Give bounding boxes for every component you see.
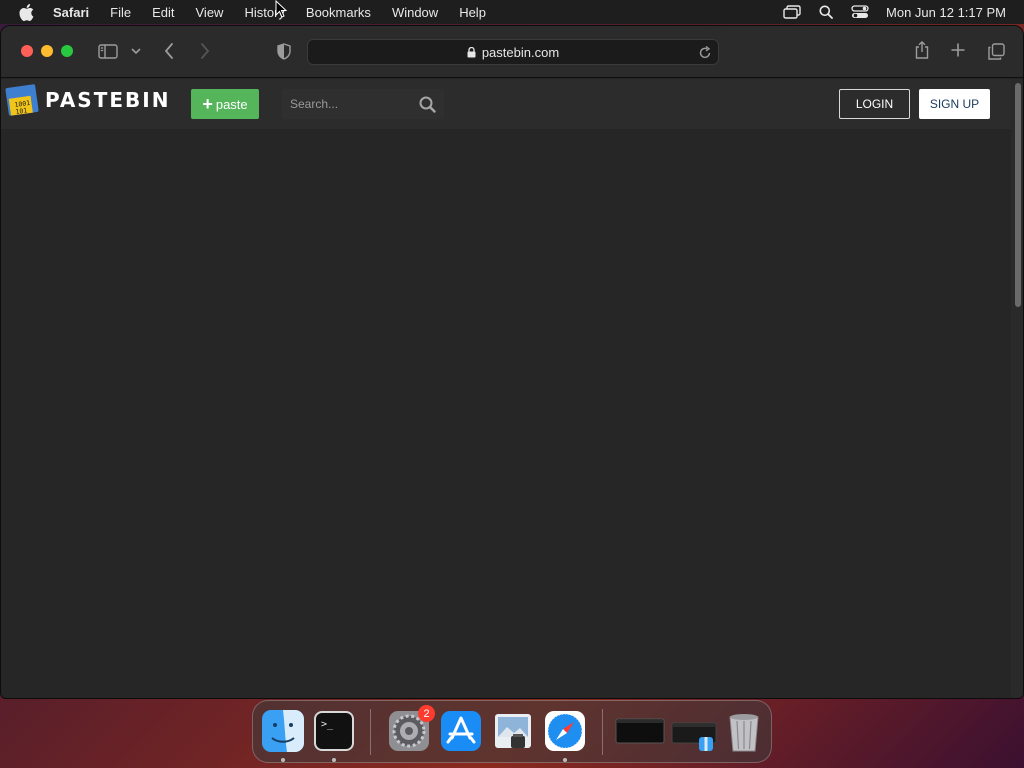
finder-icon[interactable]: [261, 709, 305, 753]
app-store-icon[interactable]: [439, 709, 483, 753]
menu-file[interactable]: File: [110, 5, 131, 20]
menu-help[interactable]: Help: [459, 5, 486, 20]
search-input[interactable]: [282, 89, 412, 119]
preview-icon[interactable]: [491, 709, 535, 753]
signup-button[interactable]: SIGN UP: [919, 89, 990, 119]
screen-mirroring-icon[interactable]: [782, 4, 802, 20]
share-icon[interactable]: [913, 40, 931, 60]
reload-icon[interactable]: [697, 44, 713, 60]
new-tab-icon[interactable]: [950, 42, 966, 58]
lock-icon: [467, 46, 476, 58]
login-button[interactable]: LOGIN: [839, 89, 910, 119]
system-preferences-icon[interactable]: 2: [387, 705, 435, 753]
spotlight-search-icon[interactable]: [816, 4, 836, 20]
finder-window-icon[interactable]: [671, 709, 721, 753]
safari-icon[interactable]: [543, 709, 587, 753]
address-bar[interactable]: pastebin.com: [307, 39, 719, 65]
window-icon[interactable]: [615, 709, 665, 753]
safari-running-indicator: [563, 758, 567, 762]
search-box: [282, 89, 444, 119]
apple-menu-icon[interactable]: [17, 3, 35, 21]
minimize-window-button[interactable]: [41, 45, 53, 57]
terminal-icon[interactable]: >_: [312, 709, 356, 753]
forward-icon[interactable]: [197, 42, 213, 60]
page-scrollbar[interactable]: [1011, 79, 1023, 698]
menu-bar-clock[interactable]: Mon Jun 12 1:17 PM: [886, 5, 1006, 20]
scrollbar-thumb[interactable]: [1015, 83, 1021, 307]
dock: >_ 2: [252, 700, 772, 763]
trash-icon[interactable]: [722, 709, 766, 753]
pastebin-header: 1001 101 PASTEBIN + paste LOGIN SIGN UP: [1, 79, 1011, 129]
safari-window: pastebin.com 1001 101 PASTEBIN + paste S…: [0, 25, 1024, 699]
sidebar-icon[interactable]: [98, 43, 118, 59]
menu-edit[interactable]: Edit: [152, 5, 174, 20]
control-center-icon[interactable]: [850, 4, 870, 20]
menu-safari[interactable]: Safari: [53, 5, 89, 20]
privacy-shield-icon[interactable]: [275, 42, 293, 60]
terminal-running-indicator: [332, 758, 336, 762]
zoom-window-button[interactable]: [61, 45, 73, 57]
mouse-cursor-icon: [275, 0, 287, 18]
menu-window[interactable]: Window: [392, 5, 438, 20]
menu-bar: Safari File Edit View History Bookmarks …: [0, 0, 1024, 24]
plus-icon: +: [202, 94, 213, 114]
dock-separator: [602, 709, 603, 755]
url-text: pastebin.com: [481, 44, 560, 60]
tab-overview-icon[interactable]: [987, 42, 1005, 60]
pastebin-logo[interactable]: 1001 101 PASTEBIN: [5, 83, 170, 117]
new-paste-label: paste: [215, 96, 248, 112]
close-window-button[interactable]: [21, 45, 33, 57]
search-icon[interactable]: [419, 96, 436, 113]
pastebin-logo-icon: 1001 101: [5, 84, 39, 116]
menu-bookmarks[interactable]: Bookmarks: [306, 5, 371, 20]
dock-separator: [370, 709, 371, 755]
new-paste-button[interactable]: + paste: [191, 89, 259, 119]
back-icon[interactable]: [161, 42, 177, 60]
notification-badge: 2: [418, 705, 435, 722]
browser-toolbar: pastebin.com: [1, 26, 1023, 78]
web-page: 1001 101 PASTEBIN + paste LOGIN SIGN UP: [1, 79, 1011, 698]
svg-text:>_: >_: [321, 719, 334, 730]
pastebin-wordmark: PASTEBIN: [45, 88, 171, 112]
svg-text:101: 101: [15, 106, 28, 116]
finder-running-indicator: [281, 758, 285, 762]
menu-view[interactable]: View: [196, 5, 224, 20]
chevron-down-icon[interactable]: [130, 45, 142, 57]
